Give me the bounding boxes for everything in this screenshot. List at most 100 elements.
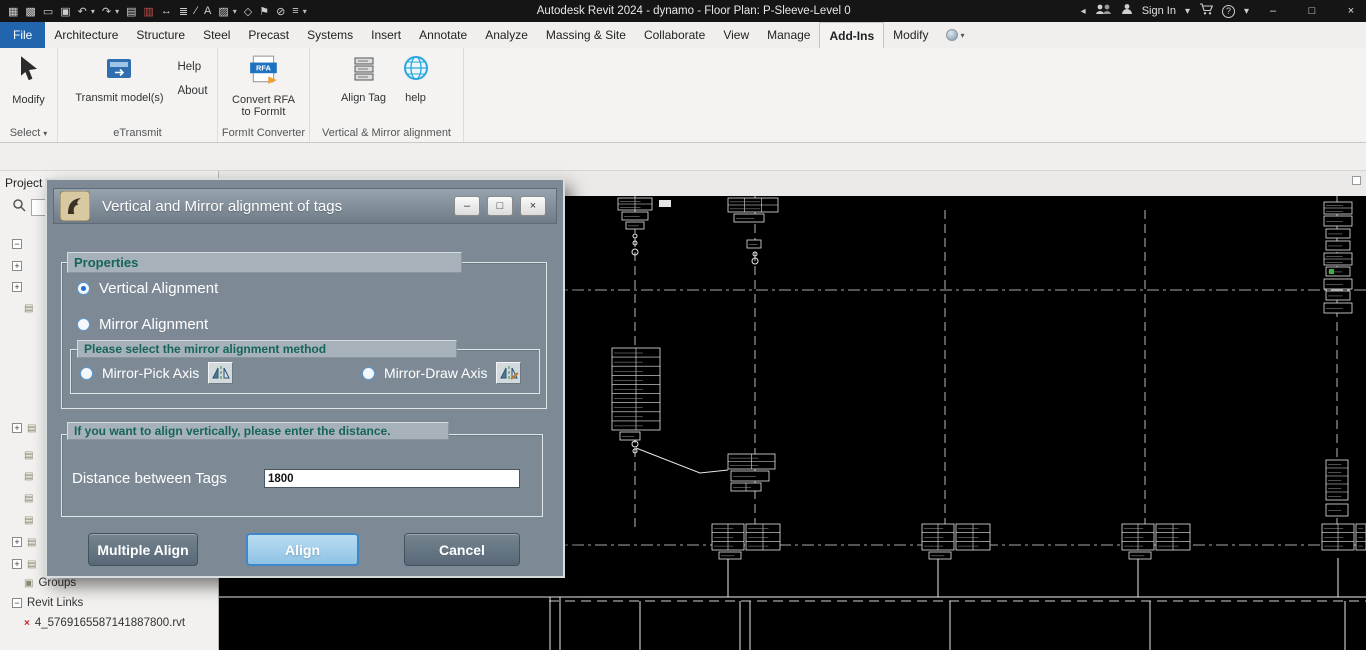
tag-annotation[interactable] xyxy=(922,524,954,550)
thin-lines-icon[interactable]: ≡ xyxy=(292,5,298,17)
dialog-titlebar[interactable]: Vertical and Mirror alignment of tags – … xyxy=(53,188,557,224)
tab-view[interactable]: View xyxy=(714,22,758,48)
tag-annotation[interactable] xyxy=(1129,552,1151,559)
back-chevron-icon[interactable]: ◂ xyxy=(1081,6,1086,17)
collapse-icon[interactable]: − xyxy=(12,239,22,249)
tag-annotation[interactable] xyxy=(728,198,778,212)
spot-elevation-icon[interactable]: ≣ xyxy=(179,5,188,18)
tag-annotation[interactable] xyxy=(719,552,741,559)
align-tag-button[interactable]: Align Tag xyxy=(335,51,393,104)
tag-annotation[interactable] xyxy=(1324,253,1352,265)
tag-annotation[interactable] xyxy=(1326,291,1350,300)
tree-row[interactable]: ▤ xyxy=(0,467,33,485)
close-inactive-views-icon[interactable]: ▥ xyxy=(144,5,154,18)
tab-annotate[interactable]: Annotate xyxy=(410,22,476,48)
app-window-icon[interactable]: ▩ xyxy=(25,5,35,18)
tab-steel[interactable]: Steel xyxy=(194,22,239,48)
print-icon[interactable]: ▤ xyxy=(126,5,136,18)
tag-annotation[interactable] xyxy=(1324,303,1352,313)
expand-icon[interactable]: + xyxy=(12,261,22,271)
modify-button[interactable]: Modify xyxy=(8,51,48,106)
tab-analyze[interactable]: Analyze xyxy=(476,22,537,48)
help-caret[interactable]: ▾ xyxy=(1244,6,1249,17)
tag-annotation[interactable] xyxy=(1356,524,1366,550)
store-cart-icon[interactable] xyxy=(1199,2,1213,20)
open-file-icon[interactable]: ▭ xyxy=(43,5,53,18)
tree-row[interactable]: ▤ xyxy=(0,511,33,529)
panel-label-formit[interactable]: FormIt Converter xyxy=(218,126,309,142)
aligned-dimension-icon[interactable]: ↔ xyxy=(161,5,172,17)
panel-label-select[interactable]: Select▾ xyxy=(0,126,57,142)
tag-annotation[interactable] xyxy=(728,454,775,469)
tab-precast[interactable]: Precast xyxy=(239,22,298,48)
dialog-maximize-button[interactable]: □ xyxy=(487,196,513,216)
tree-row[interactable]: +▤ xyxy=(0,555,36,573)
dialog-minimize-button[interactable]: – xyxy=(454,196,480,216)
tree-row-link-file[interactable]: ×4_5769165587141887800.rvt xyxy=(0,614,185,632)
tag-annotation[interactable] xyxy=(1326,229,1350,238)
mirror-draw-axis-icon[interactable] xyxy=(496,362,521,384)
redo-dropdown-caret[interactable]: ▾ xyxy=(115,7,119,16)
tag-annotation[interactable] xyxy=(626,222,644,229)
help-icon[interactable]: ? xyxy=(1222,5,1235,18)
distance-input[interactable] xyxy=(264,469,520,488)
dialog-close-button[interactable]: × xyxy=(520,196,546,216)
tag-annotation[interactable] xyxy=(1324,279,1352,289)
tree-row[interactable]: + xyxy=(0,278,22,296)
mirror-pick-axis-icon[interactable] xyxy=(208,362,233,384)
tag-annotation[interactable] xyxy=(1156,524,1190,550)
tab-insert[interactable]: Insert xyxy=(362,22,410,48)
section-icon[interactable]: ⊘ xyxy=(276,5,285,18)
convert-rfa-button[interactable]: RFA Convert RFA to FormIt xyxy=(225,51,303,118)
sign-in-caret[interactable]: ▾ xyxy=(1185,6,1190,17)
tag-annotation[interactable] xyxy=(731,471,769,481)
tag-annotation[interactable] xyxy=(1324,202,1352,214)
view-tab-scroll-box[interactable] xyxy=(1352,176,1361,185)
etransmit-about-button[interactable]: About xyxy=(177,85,207,97)
vm-help-button[interactable]: help xyxy=(393,51,439,104)
vertical-alignment-radio[interactable] xyxy=(77,282,90,295)
tab-structure[interactable]: Structure xyxy=(127,22,194,48)
ribbon-display-toggle[interactable]: ▾ xyxy=(938,22,973,48)
tag-annotation[interactable] xyxy=(620,432,640,440)
mirror-alignment-radio[interactable] xyxy=(77,318,90,331)
tag-annotation[interactable] xyxy=(1122,524,1154,550)
save-icon[interactable]: ▣ xyxy=(60,5,70,18)
detail-line-icon[interactable]: ∕ xyxy=(195,5,197,17)
multiple-align-button[interactable]: Multiple Align xyxy=(88,533,198,566)
tab-systems[interactable]: Systems xyxy=(298,22,362,48)
tag-annotation[interactable] xyxy=(747,240,761,248)
tag-annotation[interactable] xyxy=(612,348,660,430)
tab-architecture[interactable]: Architecture xyxy=(45,22,127,48)
expand-icon[interactable]: + xyxy=(12,559,22,569)
tag-by-category-icon[interactable]: ⚑ xyxy=(259,5,269,18)
tag-annotation[interactable] xyxy=(956,524,990,550)
mirror-alignment-option[interactable]: Mirror Alignment xyxy=(77,312,208,336)
align-button[interactable]: Align xyxy=(246,533,359,566)
tab-massing-site[interactable]: Massing & Site xyxy=(537,22,635,48)
redo-icon[interactable]: ↷ xyxy=(102,5,111,18)
collapse-icon[interactable]: − xyxy=(12,598,22,608)
expand-icon[interactable]: + xyxy=(12,537,22,547)
transmit-models-button[interactable]: Transmit model(s) xyxy=(67,51,171,104)
close-button[interactable]: × xyxy=(1336,0,1366,22)
undo-dropdown-caret[interactable]: ▾ xyxy=(91,7,95,16)
undo-icon[interactable]: ↶ xyxy=(78,5,87,18)
filled-region-icon[interactable]: ▨ xyxy=(218,5,228,18)
tree-row[interactable]: +▤ xyxy=(0,419,36,437)
tag-annotation[interactable] xyxy=(929,552,951,559)
tag-annotations[interactable] xyxy=(612,198,1366,559)
mirror-pick-axis-radio[interactable] xyxy=(80,367,93,380)
tag-annotation[interactable] xyxy=(1324,216,1352,226)
tag-annotation[interactable] xyxy=(618,198,652,210)
sign-in-button[interactable]: Sign In xyxy=(1142,5,1176,17)
tab-modify[interactable]: Modify xyxy=(884,22,937,48)
tree-row[interactable]: ▤ xyxy=(0,489,33,507)
tag-annotation[interactable] xyxy=(1322,524,1354,550)
mirror-pick-axis-option[interactable]: Mirror-Pick Axis xyxy=(80,361,233,385)
tab-add-ins[interactable]: Add-Ins xyxy=(819,22,884,48)
default-3d-view-icon[interactable]: ◇ xyxy=(244,5,252,18)
vertical-alignment-option[interactable]: Vertical Alignment xyxy=(77,276,218,300)
text-icon[interactable]: A xyxy=(204,5,211,17)
tag-annotation[interactable] xyxy=(1326,241,1350,250)
